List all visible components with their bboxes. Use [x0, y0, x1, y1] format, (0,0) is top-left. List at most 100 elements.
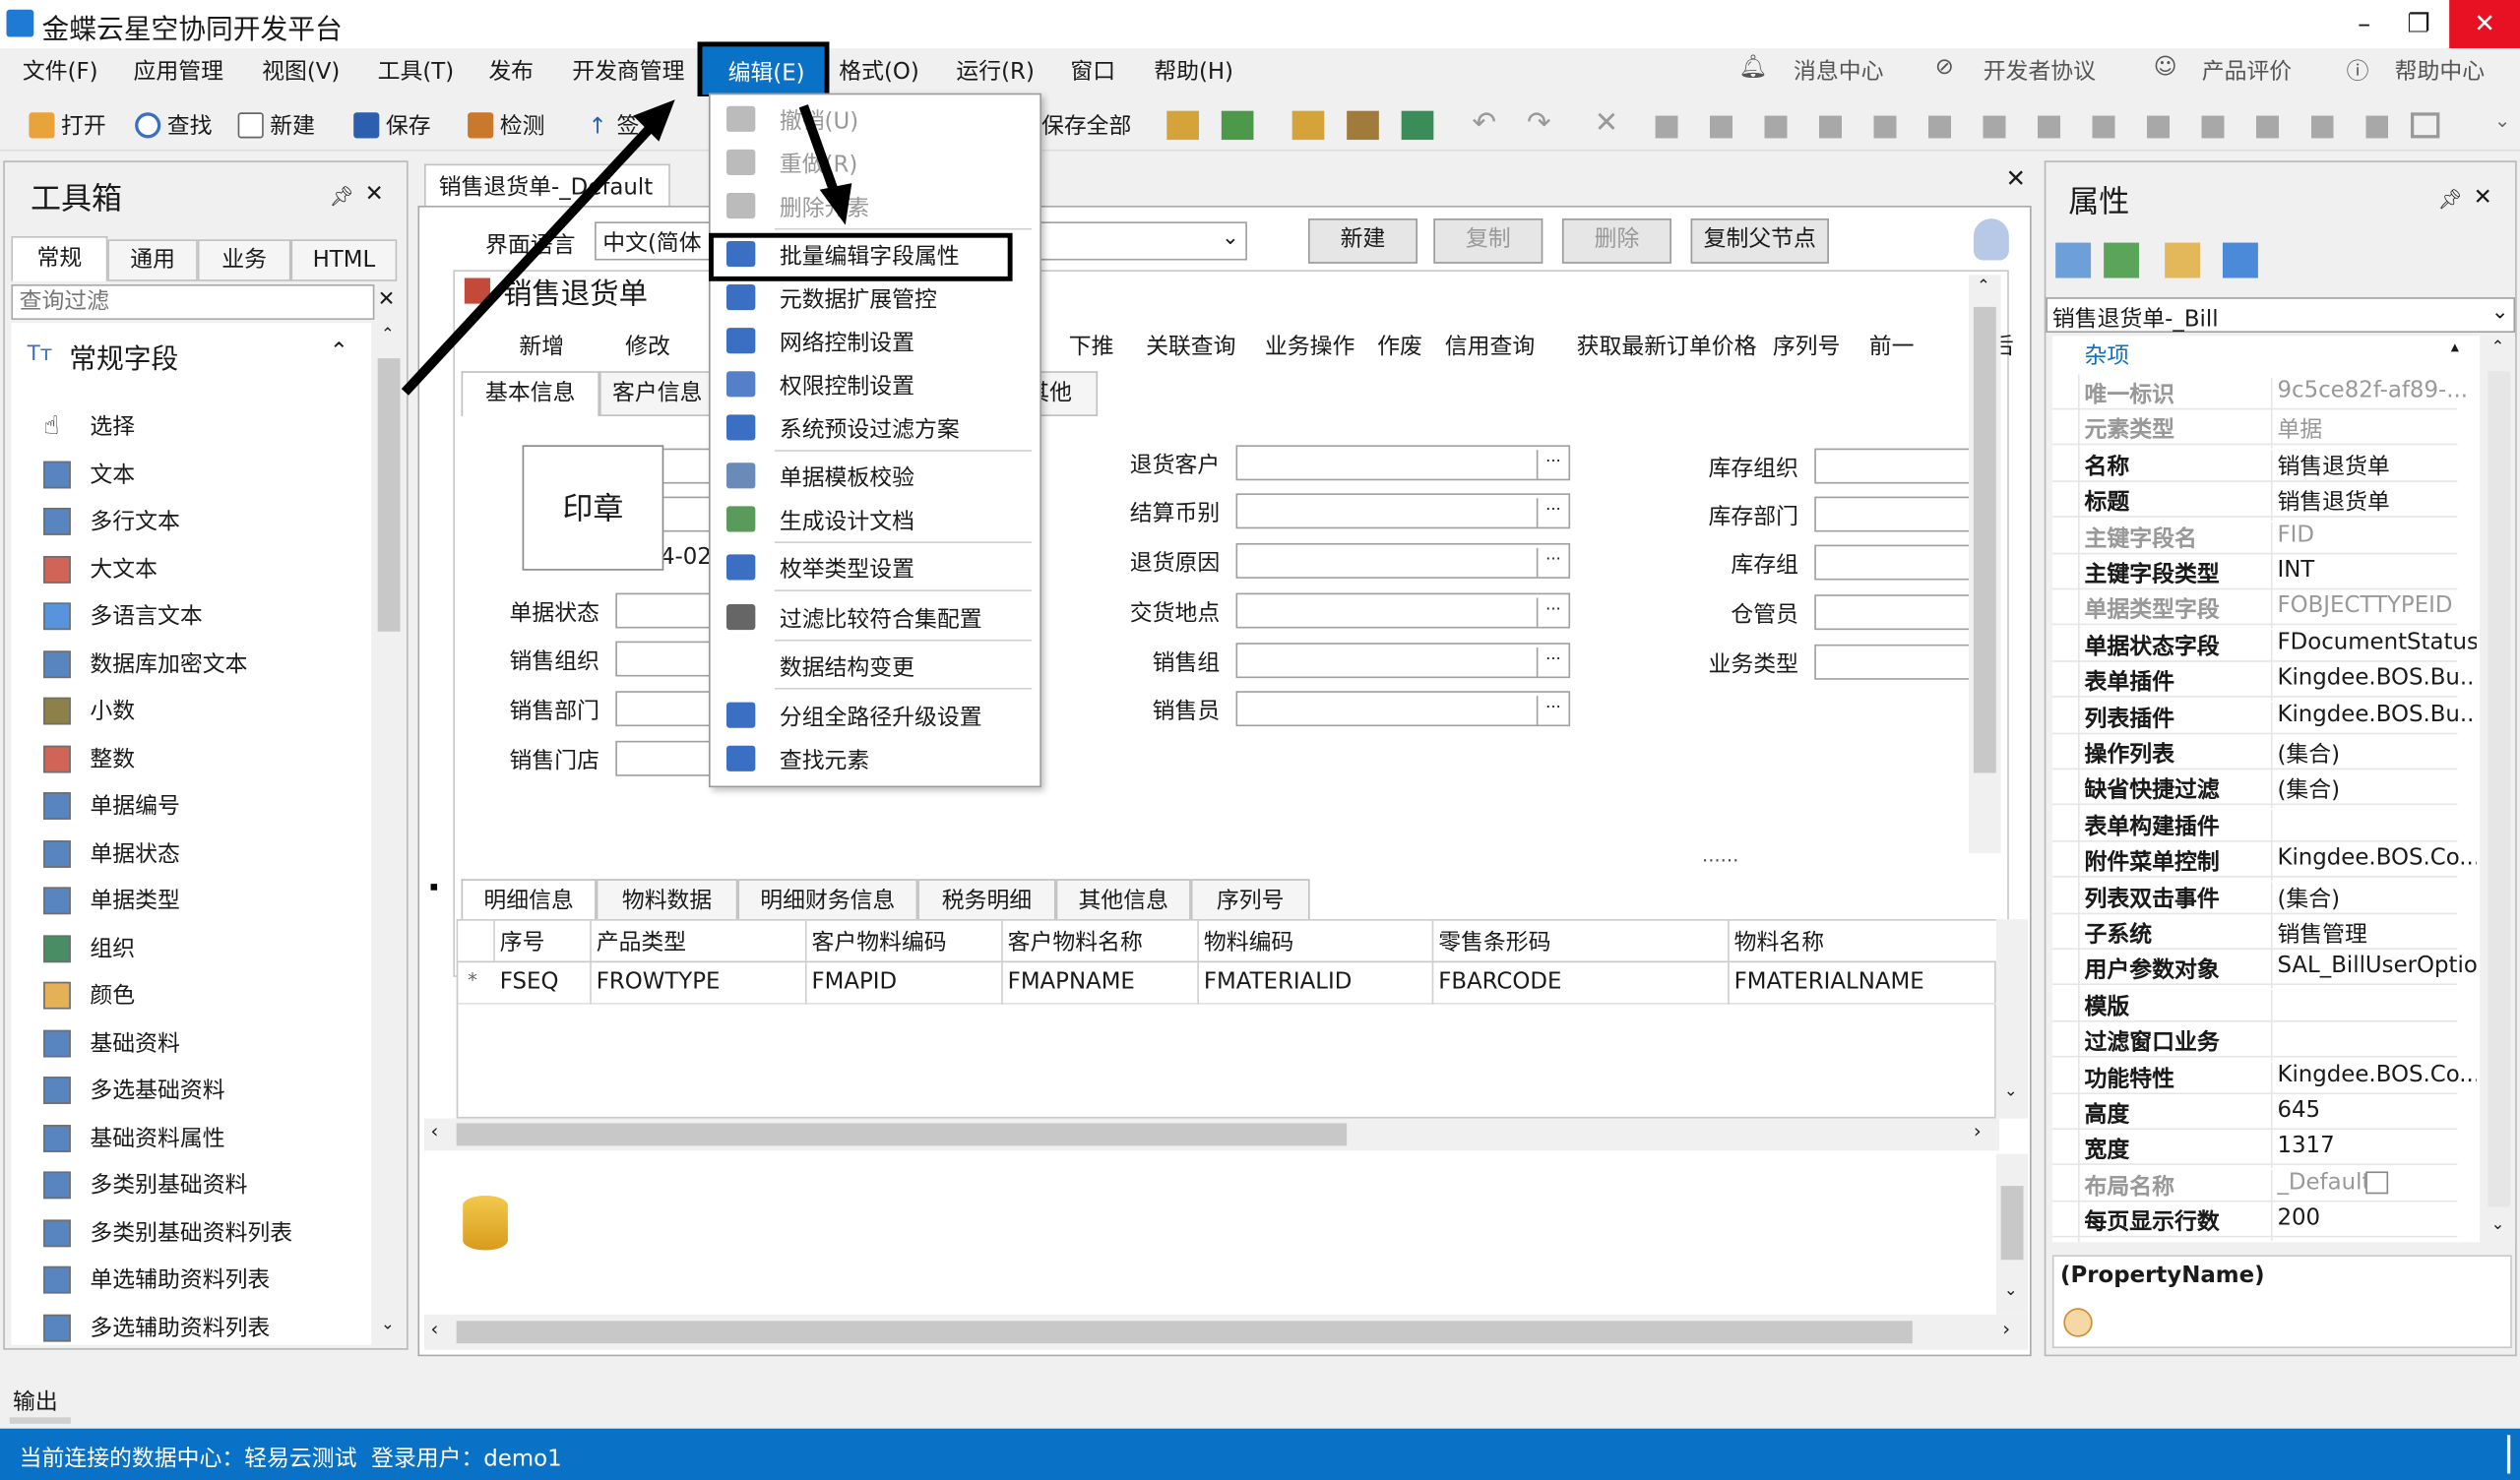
property-row[interactable]: 列表双击事件 (集合)	[2051, 879, 2458, 917]
property-name: 宽度	[2084, 1138, 2130, 1164]
property-row[interactable]: 元素类型 单据	[2051, 410, 2458, 450]
properties-close-icon[interactable]: ✕	[2474, 185, 2492, 211]
output-tab[interactable]: 输出	[13, 1386, 58, 1418]
property-row[interactable]: 唯一标识 9c5ce82f-af89-...	[2051, 374, 2468, 413]
property-value[interactable]	[2270, 989, 2477, 1025]
property-name: 功能特性	[2084, 1066, 2174, 1092]
help-icon[interactable]	[2222, 242, 2258, 278]
property-name: 表单构建插件	[2084, 814, 2220, 840]
property-value[interactable]: Kingdee.BOS.Co...	[2270, 1061, 2477, 1097]
property-scrollbar[interactable]: ⌃ ⌄	[2483, 336, 2516, 1243]
property-name: 元素类型	[2084, 418, 2174, 445]
property-row[interactable]: 单据状态字段 FDocumentStatus	[2051, 627, 2477, 665]
property-name: 子系统	[2084, 922, 2153, 949]
arrow-head-2	[819, 183, 852, 225]
template-checkbox[interactable]	[2365, 1171, 2389, 1195]
property-row[interactable]: 列表插件 Kingdee.BOS.Bu...	[2051, 699, 2477, 737]
prop-scroll-up[interactable]: ⌃	[2491, 339, 2505, 357]
status-divider	[2506, 1435, 2511, 1474]
group-collapse-icon[interactable]: ▴	[2451, 339, 2459, 357]
property-value[interactable]: 销售退货单	[2270, 449, 2477, 485]
property-row[interactable]: 高度 645	[2051, 1094, 2458, 1134]
property-pages-icon[interactable]	[2165, 242, 2201, 278]
property-name: 表单插件	[2084, 670, 2174, 697]
property-name: 过滤窗口业务	[2084, 1030, 2220, 1057]
status-text: 当前连接的数据中心：轻易云测试 登录用户：demo1	[19, 1446, 562, 1472]
property-name: 高度	[2084, 1102, 2130, 1129]
property-name: 布局名称	[2084, 1174, 2174, 1201]
property-value[interactable]: (集合)	[2270, 881, 2477, 917]
status-bar: 当前连接的数据中心：轻易云测试 登录用户：demo1	[0, 1428, 2520, 1480]
property-row[interactable]: 单据类型字段 FOBJECTTYPEID	[2051, 590, 2458, 630]
property-value[interactable]: 单据	[2270, 413, 2477, 450]
property-name: 单据状态字段	[2084, 634, 2220, 660]
arrow-line-1	[401, 122, 657, 396]
property-row[interactable]: 缺省快捷过滤 (集合)	[2051, 771, 2458, 810]
property-name: 标题	[2084, 490, 2130, 517]
property-name: 单据类型字段	[2084, 598, 2220, 625]
property-name: 名称	[2084, 454, 2130, 480]
property-value[interactable]: 销售退货单	[2270, 485, 2477, 522]
property-name: 唯一标识	[2084, 382, 2174, 408]
property-row[interactable]: 功能特性 Kingdee.BOS.Co...	[2051, 1058, 2477, 1097]
property-name: 模版	[2084, 994, 2130, 1020]
property-row[interactable]: 名称 销售退货单	[2051, 447, 2458, 485]
property-row[interactable]: 主键字段类型 INT	[2051, 554, 2458, 593]
property-row[interactable]: 操作列表 (集合)	[2051, 734, 2458, 773]
property-value[interactable]: INT	[2270, 557, 2477, 593]
property-row[interactable]: 用户参数对象 SAL_BillUserOption	[2051, 951, 2477, 989]
property-row[interactable]: 附件菜单控制 Kingdee.BOS.Co...	[2051, 842, 2477, 882]
property-row[interactable]: 主键字段名 FID	[2051, 519, 2458, 557]
property-row[interactable]: 宽度 1317	[2051, 1131, 2458, 1169]
question-icon	[2063, 1308, 2093, 1337]
property-name: 附件菜单控制	[2084, 850, 2220, 877]
prop-scroll-down[interactable]: ⌄	[2491, 1216, 2505, 1234]
property-name: 主键字段类型	[2084, 562, 2220, 588]
properties-title: 属性	[2068, 184, 2130, 220]
property-value[interactable]: 200	[2270, 1205, 2477, 1241]
property-value[interactable]: Kingdee.BOS.Bu...	[2270, 701, 2477, 737]
property-value[interactable]: SAL_BillUserOption	[2270, 954, 2477, 989]
object-selector[interactable]: 销售退货单-_Bill ⌄	[2046, 297, 2516, 334]
properties-panel: 属性 📌︎ ✕ 销售退货单-_Bill ⌄ 杂项 ▴ 唯一标识 9c5ce82f-…	[2044, 160, 2517, 1357]
property-row[interactable]: 布局名称 _Default	[2051, 1166, 2458, 1205]
property-name: 用户参数对象	[2084, 957, 2220, 985]
property-name: 列表双击事件	[2084, 886, 2220, 912]
sort-az-icon[interactable]	[2104, 242, 2140, 278]
property-name: 每页显示行数	[2084, 1209, 2220, 1237]
property-value[interactable]	[2270, 1025, 2477, 1062]
property-row[interactable]: 每页显示行数 200	[2051, 1202, 2458, 1241]
property-row[interactable]: 表单插件 Kingdee.BOS.Bu...	[2051, 662, 2477, 702]
property-value[interactable]: FOBJECTTYPEID	[2270, 593, 2477, 630]
property-value[interactable]: 销售管理	[2270, 917, 2477, 954]
output-area: 输出	[0, 1362, 2520, 1428]
property-row[interactable]: 子系统 销售管理	[2051, 914, 2458, 954]
property-grid: 杂项 ▴ 唯一标识 9c5ce82f-af89-... 元素类型 单据 名称 销售退货单标…	[2051, 336, 2481, 1243]
property-value[interactable]: Kingdee.BOS.Co...	[2270, 845, 2477, 882]
property-value[interactable]: FID	[2270, 522, 2477, 557]
property-row[interactable]: 过滤窗口业务	[2051, 1022, 2458, 1062]
property-name: 缺省快捷过滤	[2084, 778, 2220, 805]
categorized-icon[interactable]	[2055, 242, 2092, 278]
property-name: 列表插件	[2084, 706, 2174, 732]
property-value[interactable]: 1317	[2270, 1133, 2477, 1169]
properties-pin-icon[interactable]: 📌︎	[2438, 188, 2463, 211]
property-value[interactable]: (集合)	[2270, 773, 2477, 810]
property-value[interactable]: (集合)	[2270, 737, 2477, 773]
property-row[interactable]: 标题 销售退货单	[2051, 482, 2458, 522]
property-description: (PropertyName)	[2051, 1255, 2512, 1349]
property-gutter	[2078, 374, 2080, 1243]
property-value[interactable]	[2270, 809, 2477, 845]
prop-scroll-thumb[interactable]	[2488, 371, 2511, 1207]
selector-chevron-icon[interactable]: ⌄	[2491, 300, 2509, 324]
property-rows: 唯一标识 9c5ce82f-af89-... 元素类型 单据 名称 销售退货单 标题 销售退货…	[2051, 374, 2480, 1243]
property-value[interactable]: 9c5ce82f-af89-...	[2270, 377, 2477, 413]
property-value[interactable]: Kingdee.BOS.Bu...	[2270, 665, 2477, 702]
property-name: 操作列表	[2084, 742, 2174, 769]
selector-value: 销售退货单-_Bill	[2051, 306, 2219, 334]
arrow-line-2	[798, 104, 841, 198]
property-value[interactable]: 645	[2270, 1097, 2477, 1134]
property-row[interactable]: 模版	[2051, 986, 2458, 1025]
property-value[interactable]: FDocumentStatus	[2270, 629, 2477, 665]
property-row[interactable]: 表单构建插件	[2051, 806, 2458, 845]
